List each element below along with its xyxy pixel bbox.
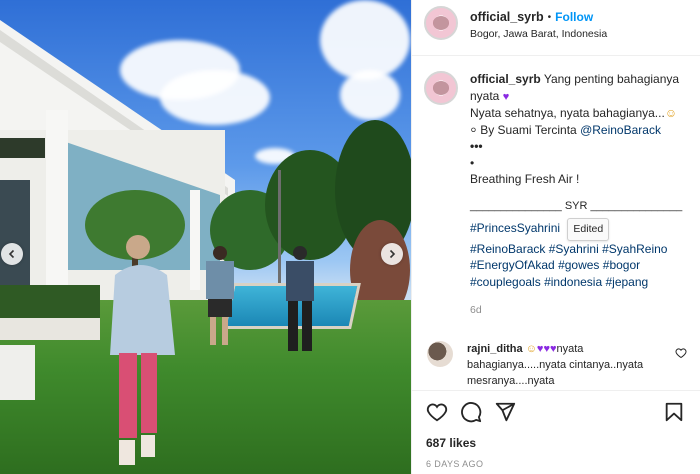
separator-dot: •	[547, 11, 552, 23]
header-line: official_syrb • Follow	[470, 10, 607, 24]
hand-emoji-icon: ⸰	[470, 122, 477, 137]
next-photo-button[interactable]	[381, 243, 403, 265]
location-link[interactable]: Bogor, Jawa Barat, Indonesia	[470, 28, 607, 40]
edited-tooltip: Edited	[567, 218, 610, 241]
paper-plane-icon[interactable]	[494, 401, 516, 423]
likes-count[interactable]: 687 likes	[426, 436, 691, 450]
post-timestamp[interactable]: 6 DAYS AGO	[426, 459, 691, 469]
caption-hashtags-4: #couplegoals #indonesia #jepang	[470, 274, 685, 291]
caption-line-by: ⸰ By Suami Tercinta @ReinoBarack	[470, 122, 685, 139]
comment-like-heart-icon[interactable]	[675, 347, 687, 359]
heart-icon[interactable]	[426, 401, 448, 423]
bookmark-icon[interactable]	[663, 401, 685, 423]
planter	[0, 318, 100, 340]
hashtag-link[interactable]: #ReinoBarack	[470, 242, 545, 256]
chevron-left-icon	[8, 249, 15, 259]
woman-figure	[110, 235, 175, 465]
comment-icon[interactable]	[460, 401, 482, 423]
action-icons	[426, 400, 691, 424]
caption-username[interactable]: official_syrb	[470, 72, 541, 86]
hashtag-link[interactable]: #couplegoals	[470, 275, 541, 289]
avatar[interactable]	[424, 6, 458, 40]
hashtag-link[interactable]: #PrincesSyahrini	[470, 221, 560, 235]
caption-hashtags-3: #EnergyOfAkad #gowes #bogor	[470, 257, 685, 274]
hashtag-link[interactable]: #EnergyOfAkad	[470, 258, 555, 272]
caption-text-3: Breathing Fresh Air !	[470, 172, 580, 186]
comment-avatar[interactable]	[427, 340, 453, 367]
caption-hashtags-2: #ReinoBarack #Syahrini #SyahReino	[470, 241, 685, 258]
caption-body: official_syrb Yang penting bahagianya ny…	[470, 71, 685, 319]
caption-age[interactable]: 6d	[470, 302, 685, 319]
header-text: official_syrb • Follow Bogor, Jawa Barat…	[470, 10, 607, 40]
smile-emoji-icon: ☺	[664, 106, 678, 120]
instagram-post: official_syrb • Follow Bogor, Jawa Barat…	[0, 0, 700, 474]
comment-emojis-icon: ☺♥♥♥	[525, 342, 557, 355]
actions-bar: 687 likes 6 DAYS AGO	[412, 390, 700, 469]
hashtag-link[interactable]: #indonesia	[544, 275, 602, 289]
cloud	[320, 0, 410, 80]
caption-signature: _______________ SYR _______________	[470, 199, 683, 212]
caption-dots-2: •	[470, 155, 475, 170]
purple-heart-icon: ♥	[502, 90, 510, 103]
comments-area[interactable]: official_syrb Yang penting bahagianya ny…	[412, 57, 700, 390]
mention-link[interactable]: @ReinoBarack	[580, 123, 661, 137]
post-side-panel: official_syrb • Follow Bogor, Jawa Barat…	[411, 0, 700, 474]
chevron-right-icon	[389, 249, 396, 259]
post-photo[interactable]	[0, 0, 411, 474]
caption-text-2: Nyata sehatnya, nyata bahagianya...	[470, 106, 665, 120]
username-link[interactable]: official_syrb	[470, 10, 544, 24]
post-header: official_syrb • Follow Bogor, Jawa Barat…	[412, 0, 700, 56]
man-figure-2	[286, 246, 314, 351]
hashtag-link[interactable]: #gowes	[558, 258, 599, 272]
hashtag-link[interactable]: #bogor	[603, 258, 640, 272]
caption-dots-1: •••	[470, 139, 483, 153]
caption-line-1: official_syrb Yang penting bahagianya ny…	[470, 71, 685, 105]
prev-photo-button[interactable]	[1, 243, 23, 265]
man-figure	[206, 246, 234, 345]
follow-button[interactable]: Follow	[555, 10, 593, 24]
comment-username[interactable]: rajni_ditha	[467, 343, 523, 355]
comment-body: rajni_ditha ☺♥♥♥nyata bahagianya.....nya…	[467, 341, 652, 389]
caption-hashtags-1: #PrincesSyahrini Edited	[470, 218, 685, 241]
caption-by: By Suami Tercinta	[480, 122, 577, 137]
hashtag-link[interactable]: #jepang	[605, 275, 648, 289]
garden-bench	[0, 345, 35, 400]
hashtag-link[interactable]: #Syahrini	[549, 242, 599, 256]
caption: official_syrb Yang penting bahagianya ny…	[424, 71, 691, 319]
hashtag-link[interactable]: #SyahReino	[602, 242, 667, 256]
caption-line-2: Nyata sehatnya, nyata bahagianya...☺	[470, 105, 685, 122]
comment-item: rajni_ditha ☺♥♥♥nyata bahagianya.....nya…	[424, 340, 691, 389]
caption-avatar[interactable]	[424, 71, 458, 105]
